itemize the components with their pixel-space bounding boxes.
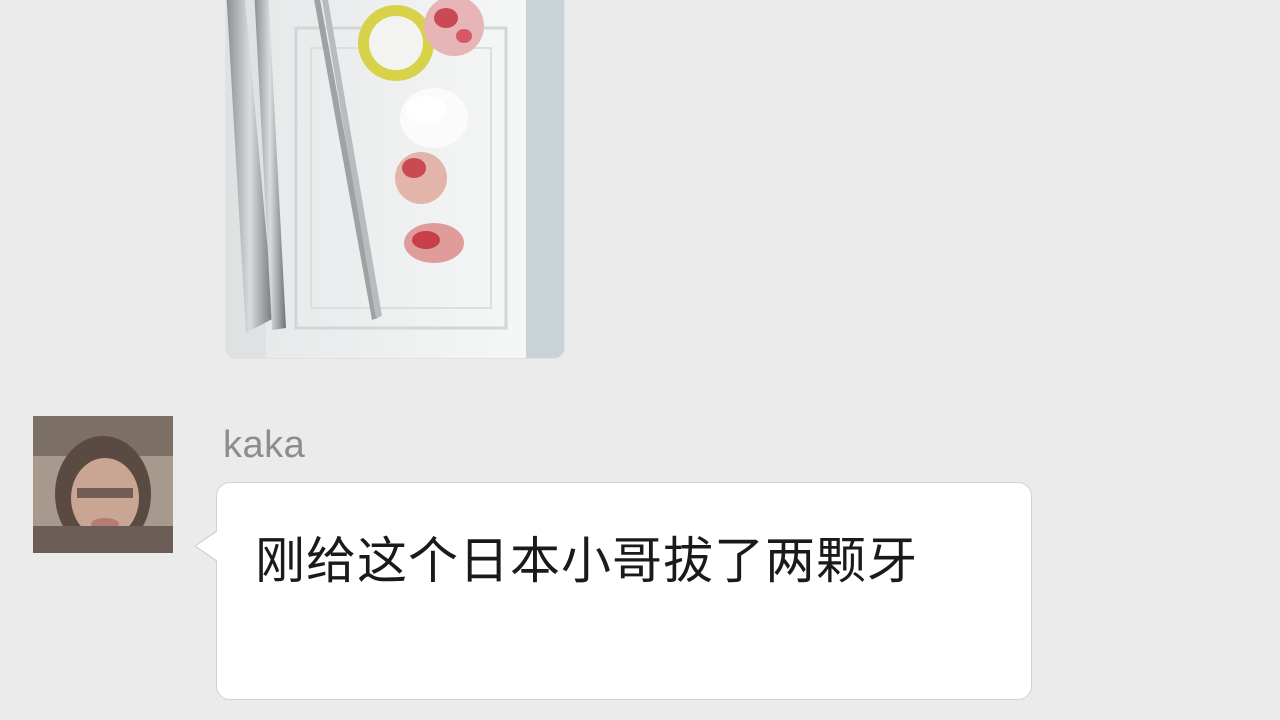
chat-window: kaka 刚给这个日本小哥拔了两颗牙 [0,0,1280,720]
avatar[interactable] [33,416,173,553]
photo-thumbnail [226,0,564,358]
avatar-photo [33,416,173,553]
message-text: 刚给这个日本小哥拔了两颗牙 [255,532,918,590]
sender-name: kaka [223,424,306,466]
message-bubble[interactable]: 刚给这个日本小哥拔了两颗牙 [216,482,1032,700]
image-message[interactable] [226,0,564,358]
bubble-tail [196,531,218,561]
